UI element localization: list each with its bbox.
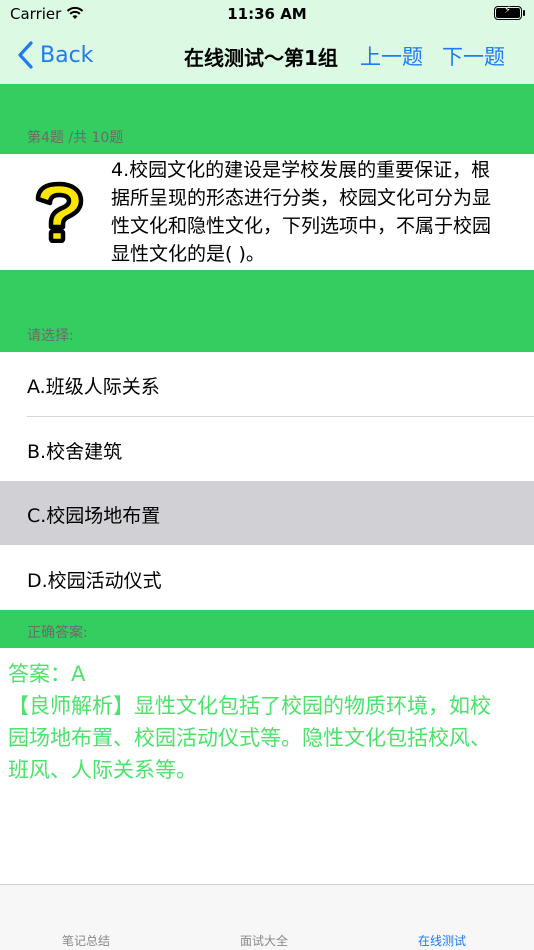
battery-cap (523, 10, 525, 16)
question-progress: 第4题 /共 10题 (27, 130, 124, 146)
option-b-label: B.校舍建筑 (27, 441, 123, 463)
back-button[interactable]: Back (16, 40, 93, 70)
question-text: 4.校园文化的建设是学校发展的重要保证，根据所呈现的形态进行分类，校园文化可分为… (111, 159, 492, 265)
previous-question-button[interactable]: 上一题 (360, 41, 423, 71)
next-question-button[interactable]: 下一题 (442, 41, 505, 71)
option-a[interactable]: A.班级人际关系 (0, 352, 534, 416)
tab-bar: 笔记总结 面试大全 在线测试 (0, 884, 534, 950)
question-mark-icon (35, 181, 84, 243)
option-b[interactable]: B.校舍建筑 (0, 417, 534, 481)
tab-interview[interactable]: 面试大全 (240, 932, 288, 949)
tab-notes[interactable]: 笔记总结 (62, 932, 110, 949)
chevron-left-icon (18, 41, 33, 69)
answer-block: 答案：A 【良师解析】显性文化包括了校园的物质环境，如校园场地布置、校园活动仪式… (8, 658, 508, 786)
clock: 11:36 AM (227, 5, 307, 23)
options-header-label: 请选择: (27, 328, 74, 344)
page-title: 在线测试～第1组 (184, 46, 338, 70)
option-c[interactable]: C.校园场地布置 (0, 481, 534, 545)
answer-explanation: 【良师解析】显性文化包括了校园的物质环境，如校园场地布置、校园活动仪式等。隐性文… (8, 694, 491, 782)
status-bar: Carrier 11:36 AM ⚡ (0, 0, 534, 28)
option-d[interactable]: D.校园活动仪式 (0, 546, 534, 610)
battery-charging-icon: ⚡ (494, 5, 522, 20)
answer-header-label: 正确答案: (27, 625, 88, 641)
tab-online-test[interactable]: 在线测试 (418, 932, 466, 949)
answer-line: 答案：A (8, 662, 86, 686)
navigation-bar: Back 在线测试～第1组 上一题 下一题 (0, 28, 534, 84)
back-label: Back (40, 42, 94, 68)
options-header (0, 270, 534, 352)
option-d-label: D.校园活动仪式 (27, 570, 162, 592)
option-c-label: C.校园场地布置 (27, 505, 161, 527)
option-a-label: A.班级人际关系 (27, 376, 160, 398)
